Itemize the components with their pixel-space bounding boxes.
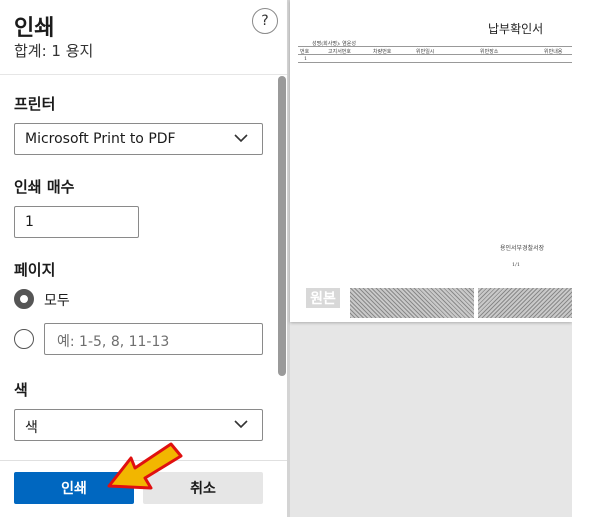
chevron-down-icon: [234, 134, 248, 143]
window-edge: [572, 0, 592, 517]
printer-label: 프린터: [14, 95, 56, 113]
printer-select[interactable]: Microsoft Print to PDF: [14, 123, 263, 155]
table-header-cell: 번호: [300, 49, 310, 55]
watermark-stamp: 원본: [306, 288, 340, 308]
copies-input-value: 1: [25, 214, 34, 230]
print-settings-panel: 인쇄 합계: 1 용지 ? 프린터 Microsoft Print to PDF…: [0, 0, 287, 517]
preview-page: 납부확인서 성명(회사명): 염윤성 번호 고지서번호 차량번호 위반일시 위반…: [290, 0, 572, 322]
pages-label: 페이지: [14, 261, 56, 279]
doc-issuer: 용인서부경찰서장: [500, 245, 545, 252]
color-select-value: 색: [25, 420, 38, 436]
table-header-cell: 위반장소: [480, 49, 499, 55]
table-border: [298, 46, 572, 47]
scan-strip-image: [350, 288, 474, 318]
copies-label: 인쇄 매수: [14, 178, 75, 196]
pages-range-placeholder: 예: 1-5, 8, 11-13: [57, 334, 170, 350]
table-header-cell: 차량번호: [373, 49, 392, 55]
pages-all-label: 모두: [44, 293, 70, 309]
annotation-arrow-icon: [107, 442, 183, 490]
settings-scrollbar[interactable]: [278, 76, 286, 376]
table-header-cell: 고지서번호: [328, 49, 352, 55]
table-row-number: 1: [304, 56, 308, 62]
color-select[interactable]: 색: [14, 409, 263, 441]
printer-select-value: Microsoft Print to PDF: [25, 131, 176, 147]
doc-title: 납부확인서: [488, 22, 544, 36]
table-border: [298, 62, 572, 63]
color-label: 색: [14, 381, 28, 399]
doc-page-indicator: 1/1: [512, 262, 521, 268]
help-icon: ?: [261, 13, 269, 29]
table-header-cell: 위반일시: [416, 49, 435, 55]
help-button[interactable]: ?: [252, 8, 278, 34]
chevron-down-icon: [234, 420, 248, 429]
copies-input[interactable]: 1: [14, 206, 139, 238]
scan-strip-image: [478, 288, 572, 318]
pages-range-radio[interactable]: [14, 329, 34, 349]
pages-range-input[interactable]: 예: 1-5, 8, 11-13: [44, 323, 263, 355]
settings-scroll-area: 프린터 Microsoft Print to PDF 인쇄 매수 1 페이지 모…: [0, 75, 287, 460]
sheet-count: 합계: 1 용지: [14, 42, 94, 60]
pages-all-radio[interactable]: [14, 289, 34, 309]
dialog-title: 인쇄: [14, 16, 55, 41]
table-header-cell: 위반내용: [544, 49, 563, 55]
